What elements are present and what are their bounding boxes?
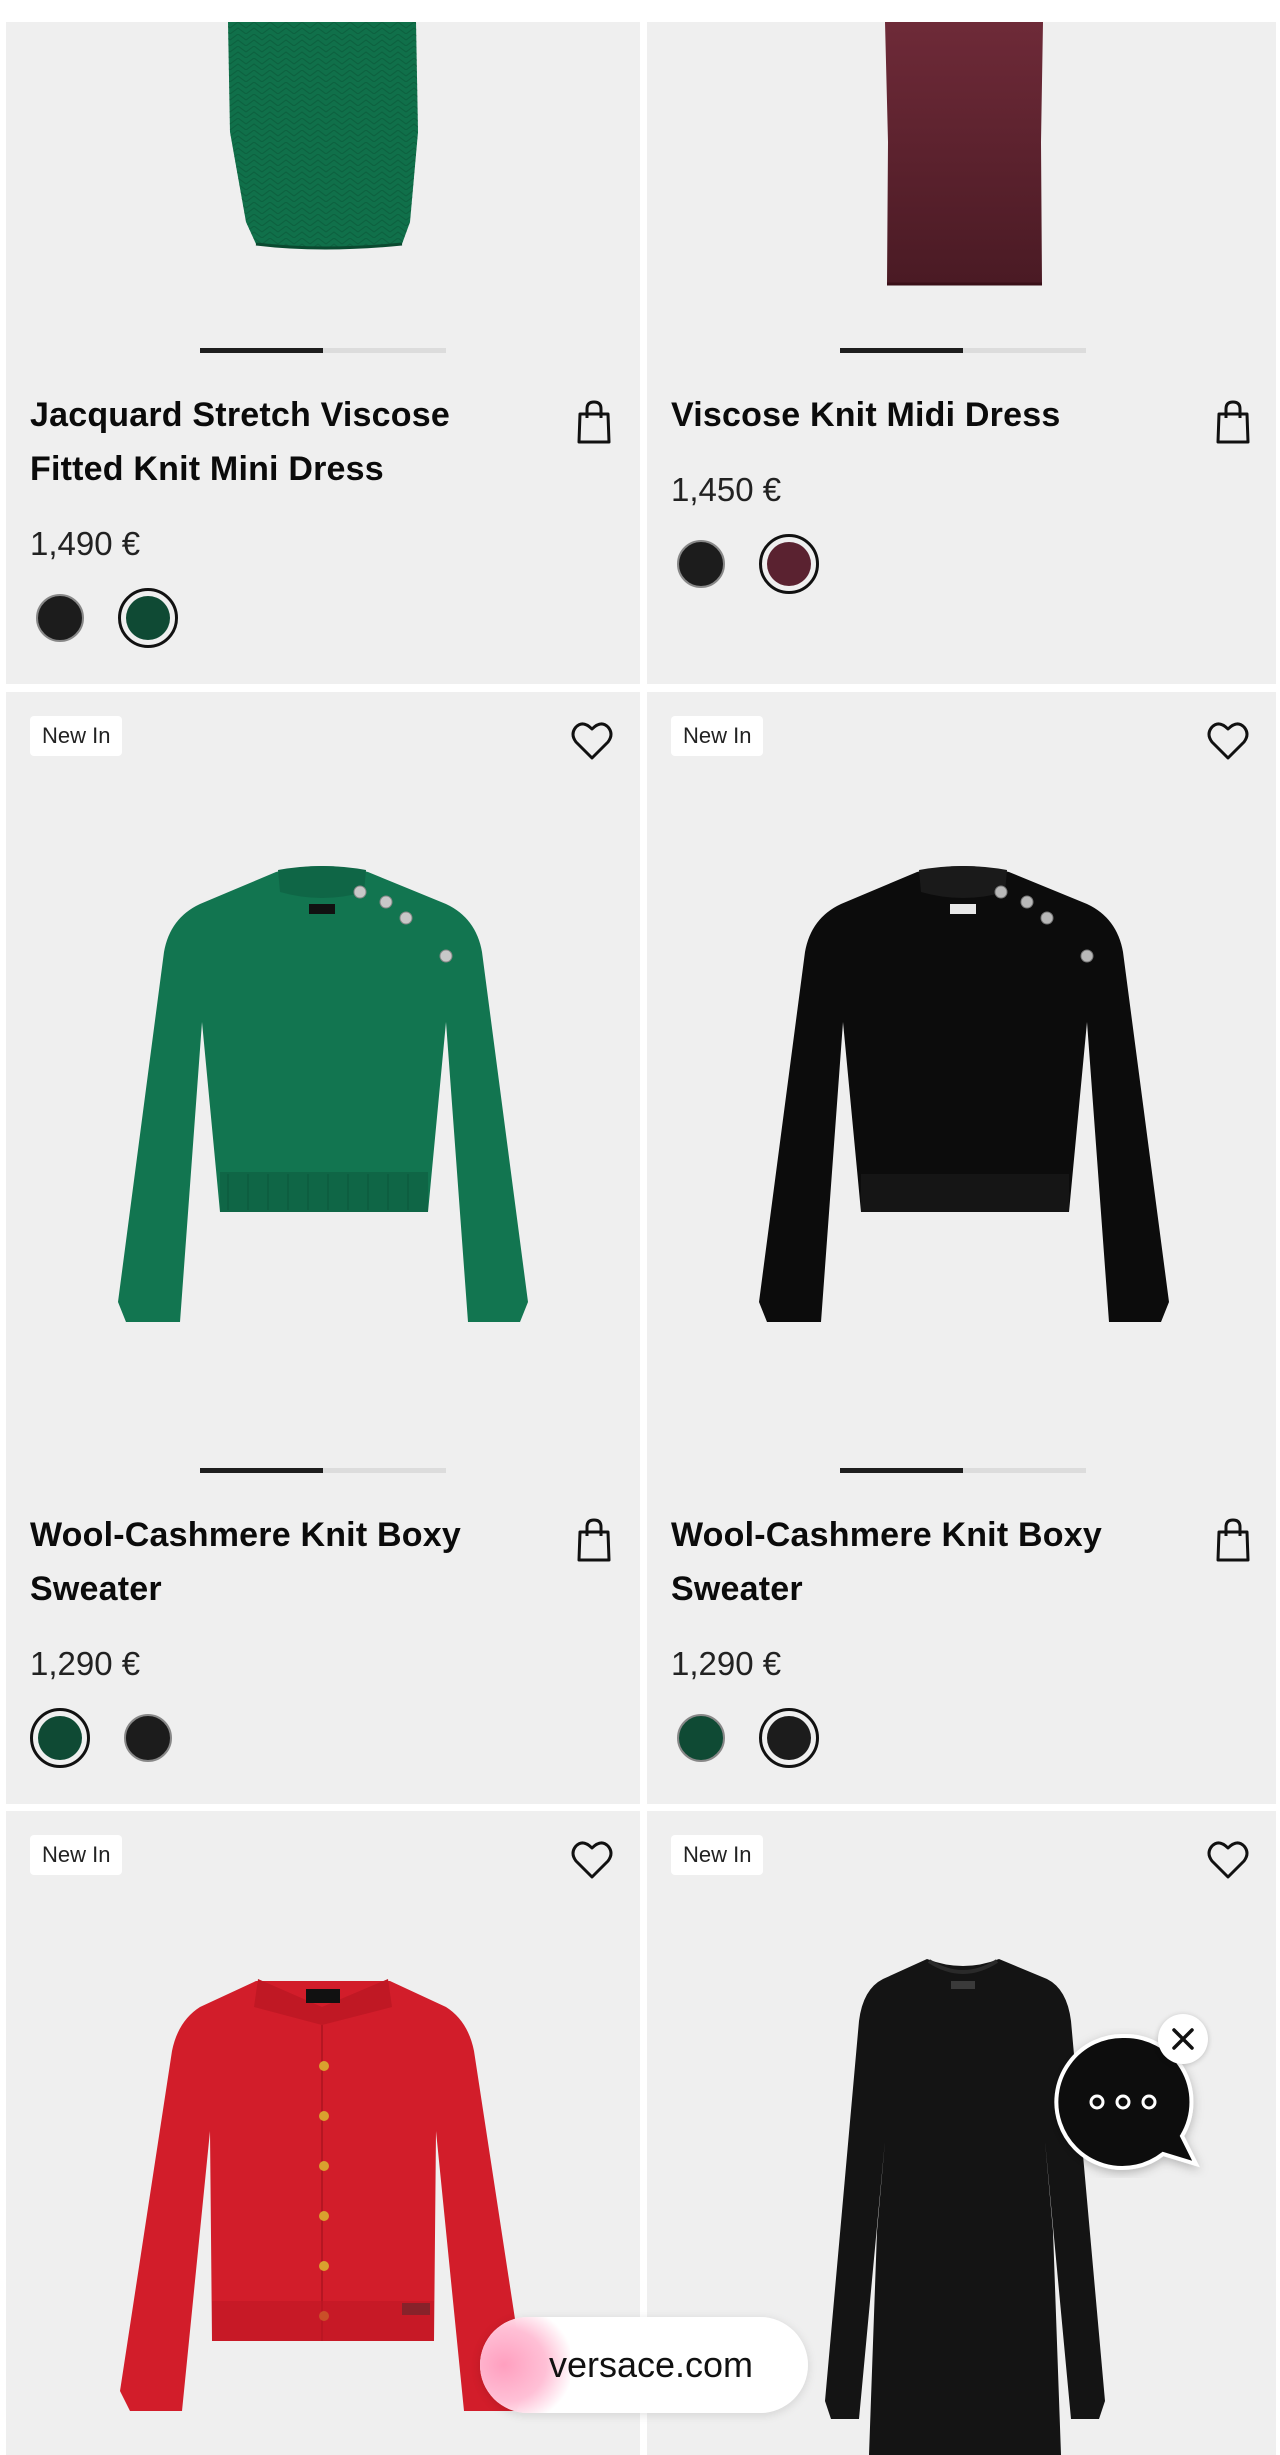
new-in-badge: New In: [671, 1835, 764, 1875]
color-swatches: [30, 588, 230, 652]
add-to-bag-icon[interactable]: [574, 1516, 614, 1564]
new-in-badge: New In: [671, 716, 764, 756]
product-card[interactable]: New In Wool-Cashmere Knit Boxy Sweater 1…: [6, 692, 640, 1804]
new-in-badge: New In: [30, 1835, 123, 1875]
product-image[interactable]: [6, 692, 640, 1472]
green-boxy-sweater-image: [118, 866, 528, 1322]
product-price: 1,490 €: [30, 525, 141, 562]
product-name[interactable]: Wool-Cashmere Knit Boxy Sweater: [671, 1508, 1191, 1616]
carousel-progress: [200, 348, 446, 353]
color-swatch[interactable]: [30, 588, 90, 648]
product-card[interactable]: New In Wool-Cashmere Knit Boxy Sweater 1…: [647, 692, 1276, 1804]
color-swatch[interactable]: [671, 1708, 731, 1768]
product-name[interactable]: Viscose Knit Midi Dress: [671, 388, 1191, 442]
add-to-bag-icon[interactable]: [574, 398, 614, 446]
progress-fill: [840, 348, 963, 353]
close-icon[interactable]: [1158, 2014, 1208, 2064]
green-knit-mini-dress-image: [228, 22, 418, 250]
wishlist-heart-icon[interactable]: [1204, 716, 1252, 764]
color-swatch[interactable]: [118, 588, 178, 648]
carousel-progress: [200, 1468, 446, 1473]
new-in-badge: New In: [30, 716, 123, 756]
wishlist-heart-icon[interactable]: [568, 716, 616, 764]
black-boxy-sweater-image: [759, 866, 1169, 1322]
color-swatches: [671, 534, 871, 598]
carousel-progress: [840, 1468, 1086, 1473]
color-swatch[interactable]: [671, 534, 731, 594]
progress-fill: [840, 1468, 963, 1473]
product-card[interactable]: Viscose Knit Midi Dress 1,450 €: [647, 22, 1276, 684]
add-to-bag-icon[interactable]: [1213, 398, 1253, 446]
product-price: 1,290 €: [30, 1645, 141, 1682]
product-image[interactable]: [6, 22, 640, 352]
progress-fill: [200, 348, 323, 353]
product-name[interactable]: Wool-Cashmere Knit Boxy Sweater: [30, 1508, 550, 1616]
color-swatch[interactable]: [30, 1708, 90, 1768]
color-swatch[interactable]: [759, 534, 819, 594]
product-image[interactable]: [647, 692, 1276, 1472]
product-name[interactable]: Jacquard Stretch Viscose Fitted Knit Min…: [30, 388, 550, 496]
color-swatches: [30, 1708, 230, 1772]
product-card[interactable]: Jacquard Stretch Viscose Fitted Knit Min…: [6, 22, 640, 684]
color-swatches: [671, 1708, 871, 1772]
burgundy-knit-midi-dress-image: [885, 22, 1043, 286]
add-to-bag-icon[interactable]: [1213, 1516, 1253, 1564]
product-price: 1,290 €: [671, 1645, 782, 1682]
product-price: 1,450 €: [671, 471, 782, 508]
product-image[interactable]: [647, 22, 1276, 352]
browser-url-pill[interactable]: versace.com: [480, 2317, 808, 2413]
carousel-progress: [840, 348, 1086, 353]
progress-fill: [200, 1468, 323, 1473]
color-swatch[interactable]: [759, 1708, 819, 1768]
wishlist-heart-icon[interactable]: [568, 1835, 616, 1883]
color-swatch[interactable]: [118, 1708, 178, 1768]
wishlist-heart-icon[interactable]: [1204, 1835, 1252, 1883]
url-text: versace.com: [548, 2344, 754, 2385]
